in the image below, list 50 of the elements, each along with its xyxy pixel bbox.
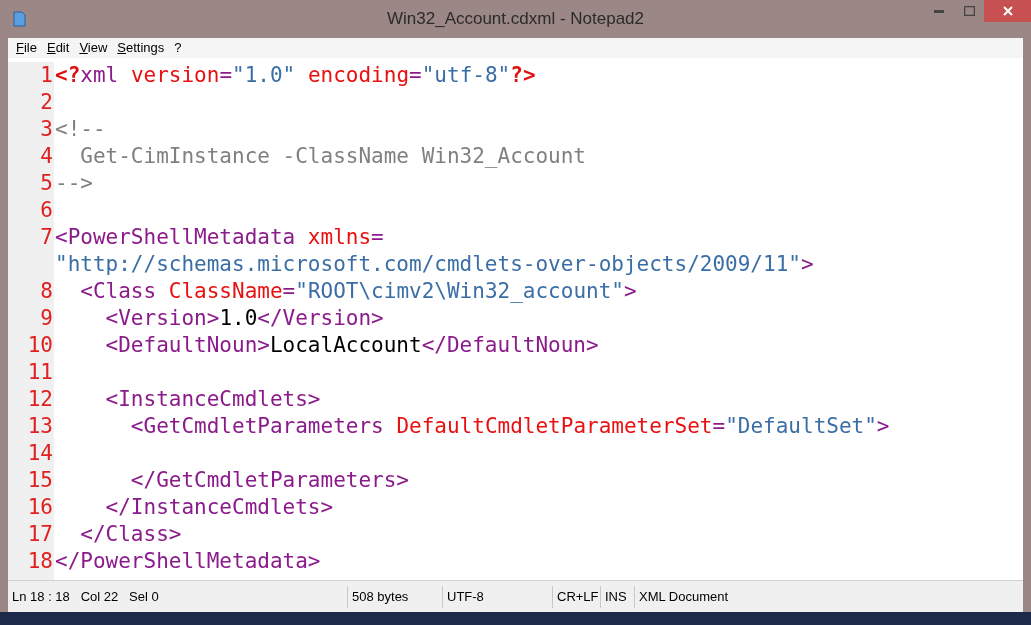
line-number: 16 [27,495,53,519]
code-line: </PowerShellMetadata> [55,548,321,575]
menu-item[interactable]: View [79,38,108,58]
app-icon [12,11,26,27]
code-line: --> [55,170,93,197]
line-number: 15 [27,468,53,492]
line-number: 14 [27,441,53,465]
line-number: 9 [40,306,53,330]
line-number: 11 [27,360,53,384]
code-line: <?xml version="1.0" encoding="utf-8"?> [55,62,536,89]
status-text: INS [605,587,627,606]
line-number: 3 [40,117,53,141]
line-number: 17 [27,522,53,546]
code-line: <PowerShellMetadata xmlns= [55,224,384,251]
close-button[interactable] [984,0,1031,22]
code-line: <Version>1.0</Version> [104,305,384,332]
code-line: <Class ClassName="ROOT\cimv2\Win32_account"> [79,278,637,305]
code-line: </GetCmdletParameters> [129,467,409,494]
line-number: 5 [40,171,53,195]
line-number: 1 [40,63,53,87]
code-line: <DefaultNoun>LocalAccount</DefaultNoun> [104,332,599,359]
code-line: </Class> [79,521,182,548]
menu-item[interactable]: File [16,38,37,58]
code-line: <InstanceCmdlets> [104,386,321,413]
line-number: 12 [27,387,53,411]
code-line: Get-CimInstance -ClassName Win32_Account [79,143,586,170]
line-number: 18 [27,549,53,573]
window-title: Win32_Account.cdxml - Notepad2 [387,8,644,31]
status-text: 508 bytes [352,587,409,606]
code-line: </InstanceCmdlets> [104,494,334,521]
minimize-icon [934,9,944,13]
line-number: 13 [27,414,53,438]
status-text: UTF-8 [447,587,484,606]
maximize-icon [963,6,975,16]
line-number: 7 [40,225,53,249]
menu-item[interactable]: Edit [46,38,70,58]
status-text: CR+LF [557,587,599,606]
status-text: Ln 18 : 18 Col 22 Sel 0 [12,587,159,606]
line-number: 4 [40,144,53,168]
code-line: <GetCmdletParameters DefaultCmdletParameterSet="DefaultSet"> [129,413,890,440]
menu-item[interactable]: Settings [117,38,165,58]
code-line: "http://schemas.microsoft.com/cmdlets-over-objects/2009/11"> [55,251,814,278]
line-number: 8 [40,279,53,303]
close-icon [1002,6,1013,16]
status-text: XML Document [639,587,729,606]
line-number: 10 [27,333,53,357]
menu-item[interactable]: ? [174,38,182,58]
code-line: <!-- [55,116,106,143]
line-number: 2 [40,90,53,114]
line-number: 6 [40,198,53,222]
